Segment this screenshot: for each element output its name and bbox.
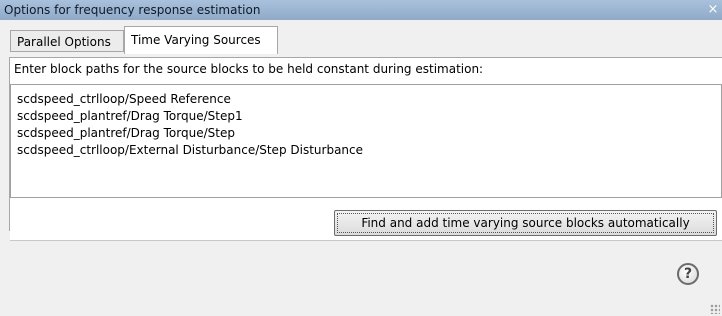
block-paths-textarea[interactable]: scdspeed_ctrlloop/Speed Reference scdspe… [10,84,722,198]
resize-grip-icon[interactable] [710,304,720,314]
window-title: Options for frequency response estimatio… [4,3,261,17]
find-sources-button[interactable]: Find and add time varying source blocks … [334,210,717,236]
dialog-footer [10,240,722,316]
instructions-label: Enter block paths for the source blocks … [14,62,484,76]
block-path-line: scdspeed_ctrlloop/External Disturbance/S… [17,143,364,157]
close-icon[interactable]: × [707,0,719,20]
tab-time-varying-sources[interactable]: Time Varying Sources [124,26,278,54]
block-path-line: scdspeed_plantref/Drag Torque/Step1 [17,109,243,123]
tab-parallel-options[interactable]: Parallel Options [10,30,124,52]
tab-strip: Parallel Options Time Varying Sources [0,20,722,60]
block-path-line: scdspeed_ctrlloop/Speed Reference [17,92,231,106]
block-path-line: scdspeed_plantref/Drag Torque/Step [17,126,235,140]
help-icon[interactable]: ? [677,263,699,285]
window-titlebar: Options for frequency response estimatio… [0,0,722,20]
